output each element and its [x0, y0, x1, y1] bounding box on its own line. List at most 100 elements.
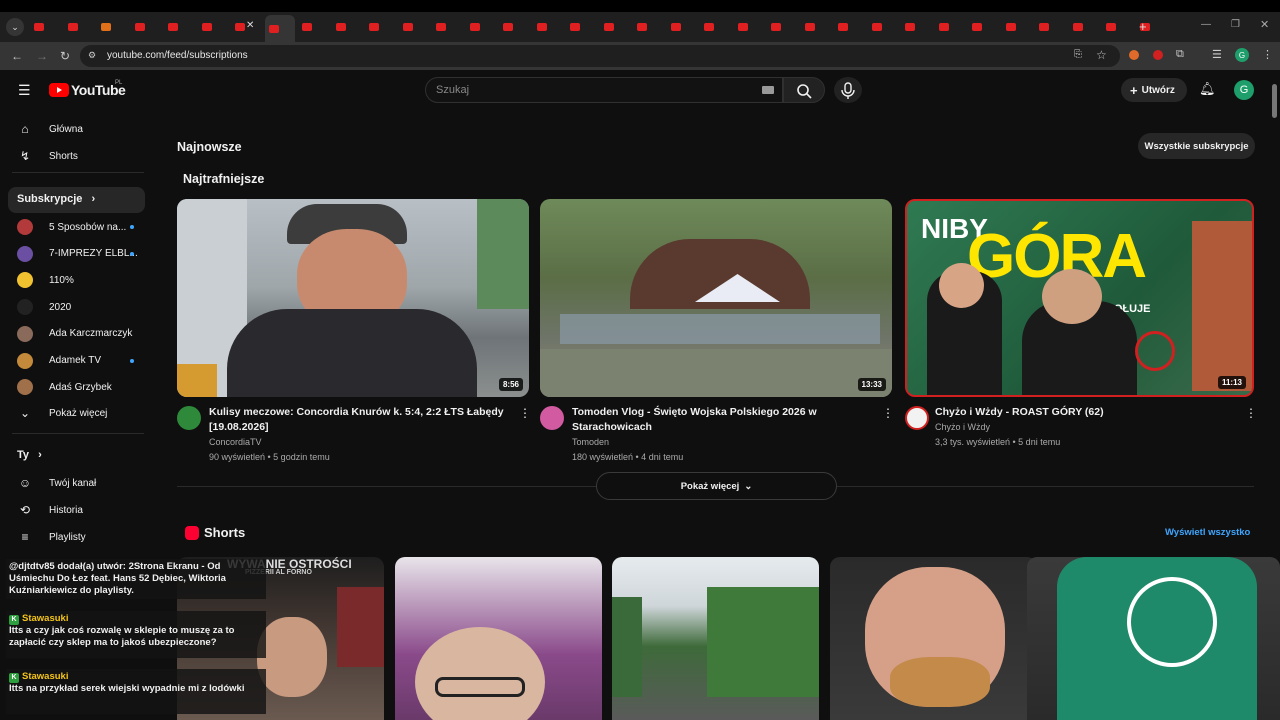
forward-icon[interactable]: →	[36, 49, 48, 63]
video-thumbnail[interactable]: 8:56	[177, 199, 529, 397]
hamburger-menu-icon[interactable]: ☰	[18, 82, 31, 99]
minimize-button[interactable]: —	[1201, 19, 1211, 30]
sidebar-item-home[interactable]: ⌂ Główna	[17, 121, 83, 137]
browser-tab[interactable]	[164, 20, 194, 34]
video-title[interactable]: Kulisy meczowe: Concordia Knurów k. 5:4,…	[209, 405, 509, 435]
sidebar-subscription-item[interactable]: Adamek TV	[17, 352, 101, 369]
back-icon[interactable]: ←	[11, 49, 23, 63]
channel-name[interactable]: Chyżo i Wżdy	[935, 420, 990, 434]
short-thumbnail[interactable]	[1027, 557, 1280, 720]
browser-tab[interactable]	[198, 20, 228, 34]
browser-tab[interactable]	[566, 20, 596, 34]
account-avatar[interactable]: G	[1234, 80, 1254, 100]
browser-tab[interactable]	[332, 20, 362, 34]
sidebar-item-shorts[interactable]: ↯ Shorts	[17, 148, 78, 164]
short-thumbnail[interactable]	[612, 557, 819, 720]
channel-name[interactable]: Tomoden	[572, 435, 609, 449]
tab-favicon-icon	[938, 23, 949, 31]
video-title[interactable]: Chyżo i Wżdy - ROAST GÓRY (62)	[935, 405, 1235, 420]
channel-name[interactable]: ConcordiaTV	[209, 435, 262, 449]
page-scrollbar[interactable]	[1272, 84, 1277, 118]
browser-tab[interactable]	[399, 20, 429, 34]
browser-tab[interactable]	[131, 20, 161, 34]
tab-search-button[interactable]: ⌄	[6, 18, 24, 36]
more-actions-icon[interactable]: ⋮	[519, 406, 531, 420]
browser-tab[interactable]	[633, 20, 663, 34]
browser-tab[interactable]	[968, 20, 998, 34]
browser-tab[interactable]	[901, 20, 931, 34]
all-subscriptions-button[interactable]: Wszystkie subskrypcje	[1138, 133, 1255, 159]
sidebar-show-more[interactable]: ⌄ Pokaż więcej	[17, 405, 107, 421]
close-tab-icon[interactable]: ✕	[246, 20, 254, 31]
browser-tab[interactable]	[365, 20, 395, 34]
restore-button[interactable]: ❐	[1231, 19, 1240, 30]
sidebar-subscription-item[interactable]: 5 Sposobów na...	[17, 219, 126, 235]
sidebar-subscription-item[interactable]: 110%	[17, 272, 74, 289]
notifications-bell-icon[interactable]: 🔔︎	[1199, 81, 1216, 97]
extension-icon[interactable]	[1153, 50, 1163, 60]
extension-icon[interactable]	[1129, 50, 1139, 60]
new-tab-button[interactable]: +	[1139, 19, 1147, 34]
browser-tab[interactable]	[1035, 20, 1065, 34]
browser-tab[interactable]	[767, 20, 797, 34]
channel-avatar[interactable]	[540, 406, 564, 430]
view-all-link[interactable]: Wyświetl wszystko	[1165, 527, 1250, 538]
sidebar-subscription-item[interactable]: 7-IMPREZY ELBL...	[17, 245, 138, 262]
channel-avatar[interactable]	[177, 406, 201, 430]
video-thumbnail[interactable]: NIBY GÓRA A JEDNAK DOŁUJE 11:13	[905, 199, 1254, 397]
browser-tab[interactable]	[1069, 20, 1099, 34]
keyboard-icon[interactable]	[762, 86, 774, 94]
sidebar-subscription-item[interactable]: 2020	[17, 299, 71, 316]
short-thumbnail[interactable]	[830, 557, 1037, 720]
url-text[interactable]: youtube.com/feed/subscriptions	[107, 50, 248, 61]
close-window-button[interactable]: ✕	[1260, 18, 1269, 31]
browser-tab[interactable]	[935, 20, 965, 34]
browser-tab[interactable]	[667, 20, 697, 34]
youtube-logo-icon[interactable]	[49, 83, 69, 97]
puzzle-icon[interactable]: ⧉	[1176, 48, 1184, 61]
latest-heading: Najnowsze	[177, 140, 242, 154]
show-more-button[interactable]: Pokaż więcej ⌄	[596, 472, 837, 500]
browser-tab[interactable]	[600, 20, 630, 34]
browser-tab[interactable]	[499, 20, 529, 34]
browser-menu-icon[interactable]: ⋮	[1262, 48, 1273, 61]
more-actions-icon[interactable]: ⋮	[882, 406, 894, 420]
create-button[interactable]: + Utwórz	[1121, 78, 1187, 102]
browser-tab[interactable]	[264, 15, 295, 42]
short-thumbnail[interactable]	[395, 557, 602, 720]
bookmark-star-icon[interactable]: ☆	[1096, 48, 1107, 62]
sidebar-item-history[interactable]: ⟲ Historia	[17, 502, 83, 518]
browser-tab[interactable]	[298, 20, 328, 34]
sidebar-item-your-channel[interactable]: ☺ Twój kanał	[17, 475, 96, 491]
sidebar-item-playlists[interactable]: ≡ Playlisty	[17, 529, 85, 545]
reload-icon[interactable]: ↻	[60, 49, 70, 63]
video-thumbnail[interactable]: 13:33	[540, 199, 892, 397]
browser-tab[interactable]	[466, 20, 496, 34]
browser-tab[interactable]	[30, 20, 60, 34]
video-title[interactable]: Tomoden Vlog - Święto Wojska Polskiego 2…	[572, 405, 872, 435]
search-button[interactable]	[783, 77, 825, 103]
channel-avatar[interactable]	[905, 406, 929, 430]
browser-tab[interactable]	[700, 20, 730, 34]
browser-tab[interactable]	[1102, 20, 1132, 34]
more-actions-icon[interactable]: ⋮	[1245, 406, 1257, 420]
browser-tab[interactable]	[868, 20, 898, 34]
browser-tab[interactable]	[432, 20, 462, 34]
sidebar-subscription-item[interactable]: Adaś Grzybek	[17, 379, 112, 396]
site-info-icon[interactable]: ⚙	[88, 50, 96, 61]
profile-avatar[interactable]: G	[1235, 48, 1249, 62]
browser-tab[interactable]	[734, 20, 764, 34]
browser-tab[interactable]	[1002, 20, 1032, 34]
search-input[interactable]	[425, 77, 783, 103]
browser-tab[interactable]	[97, 20, 127, 34]
reading-list-icon[interactable]: ☰	[1212, 48, 1222, 61]
install-app-icon[interactable]: ⎘	[1074, 49, 1082, 60]
sidebar-subscription-item[interactable]: Ada Karczmarczyk	[17, 325, 132, 342]
browser-tab[interactable]	[64, 20, 94, 34]
browser-tab[interactable]	[533, 20, 563, 34]
browser-tab[interactable]	[801, 20, 831, 34]
voice-search-button[interactable]	[834, 77, 862, 103]
browser-tab[interactable]	[834, 20, 864, 34]
you-heading[interactable]: Ty ›	[17, 449, 42, 461]
tab-favicon-icon	[168, 23, 178, 31]
